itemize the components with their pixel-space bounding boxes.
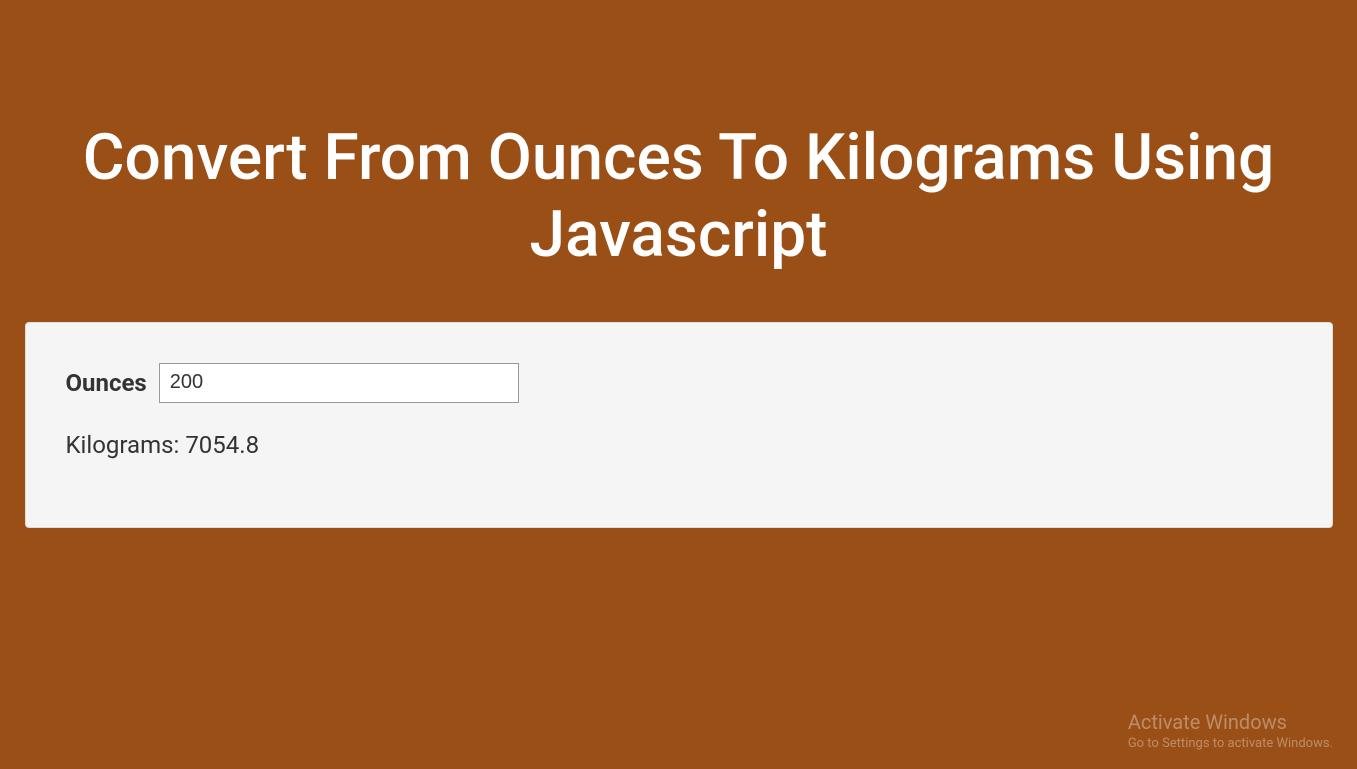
result-value: 7054.8	[185, 431, 259, 459]
watermark-title: Activate Windows	[1128, 710, 1333, 734]
watermark-subtitle: Go to Settings to activate Windows.	[1128, 736, 1333, 751]
windows-activation-watermark: Activate Windows Go to Settings to activ…	[1128, 710, 1333, 751]
result-row: Kilograms: 7054.8	[66, 431, 1292, 459]
ounces-label: Ounces	[66, 369, 147, 397]
ounces-input[interactable]	[159, 363, 519, 403]
page-title: Convert From Ounces To Kilograms Using J…	[24, 120, 1333, 274]
input-row: Ounces	[66, 363, 1292, 403]
converter-card: Ounces Kilograms: 7054.8	[25, 322, 1333, 528]
result-label: Kilograms:	[66, 431, 180, 459]
